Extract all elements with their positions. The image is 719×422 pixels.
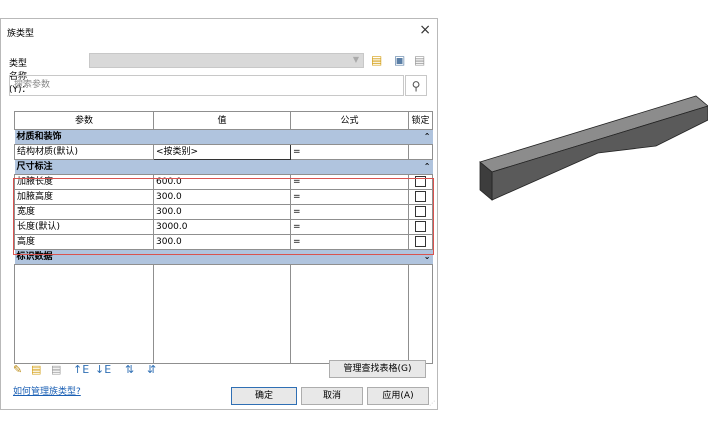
apply-button[interactable]: 应用(A) [367, 387, 429, 405]
search-input[interactable]: 搜索参数 [9, 75, 404, 96]
param-name: 加腋长度 [14, 174, 154, 190]
table-row: 结构材质(默认) <按类别> = [14, 144, 433, 160]
rename-type-icon[interactable]: ▣ [394, 53, 405, 67]
column-header-value[interactable]: 值 [153, 111, 291, 130]
lock-cell [408, 219, 433, 235]
lock-cell [408, 204, 433, 220]
manage-lookup-tables-button[interactable]: 管理查找表格(G) [329, 360, 426, 378]
search-icon[interactable]: ⚲ [405, 75, 427, 96]
pencil-icon[interactable]: ✎ [13, 364, 22, 376]
lock-checkbox[interactable] [415, 176, 426, 187]
lock-cell [408, 174, 433, 190]
help-link[interactable]: 如何管理族类型? [13, 384, 81, 397]
column-header-formula[interactable]: 公式 [290, 111, 409, 130]
param-name: 高度 [14, 234, 154, 250]
new-type-icon[interactable]: ▤ [371, 53, 382, 67]
column-header-lock[interactable]: 锁定 [408, 111, 433, 130]
param-formula[interactable]: = [290, 189, 409, 205]
sort-ascending-icon[interactable]: ⇅ [125, 364, 134, 376]
search-placeholder: 搜索参数 [14, 80, 51, 90]
param-value[interactable]: 3000.0 [153, 219, 291, 235]
column-header-param[interactable]: 参数 [14, 111, 154, 130]
group-header-materials[interactable]: 材质和装饰 ⌃ [14, 129, 433, 145]
move-down-icon[interactable]: ↓E [95, 364, 111, 376]
param-value[interactable]: 300.0 [153, 234, 291, 250]
group-label: 标识数据 [16, 252, 53, 262]
move-up-icon[interactable]: ↑E [73, 364, 89, 376]
ok-button[interactable]: 确定 [231, 387, 297, 405]
group-label: 尺寸标注 [16, 162, 53, 172]
table-row: 长度(默认) 3000.0 = [14, 219, 433, 235]
table-header: 参数 值 公式 锁定 [14, 111, 433, 130]
resize-grip-icon[interactable]: ⋰ [429, 400, 435, 407]
param-formula[interactable]: = [290, 144, 409, 160]
beam-3d-view [479, 95, 708, 201]
delete-type-icon[interactable]: ▤ [414, 53, 425, 67]
param-formula[interactable]: = [290, 204, 409, 220]
type-name-combo[interactable]: ▼ [89, 53, 364, 68]
param-value[interactable]: <按类别> [153, 144, 291, 160]
new-parameter-icon[interactable]: ▤ [31, 364, 41, 376]
group-label: 材质和装饰 [16, 132, 62, 142]
param-name: 结构材质(默认) [14, 144, 154, 160]
delete-parameter-icon[interactable]: ▤ [51, 364, 61, 376]
table-row: 宽度 300.0 = [14, 204, 433, 220]
sort-descending-icon[interactable]: ⇵ [147, 364, 156, 376]
dialog-title: 族类型 [7, 29, 35, 39]
param-value[interactable]: 300.0 [153, 189, 291, 205]
group-header-dimensions[interactable]: 尺寸标注 ⌃ [14, 159, 433, 175]
param-value[interactable]: 300.0 [153, 204, 291, 220]
lock-checkbox[interactable] [415, 221, 426, 232]
group-header-identity[interactable]: 标识数据 ⌄ [14, 249, 433, 265]
param-formula[interactable]: = [290, 219, 409, 235]
lock-checkbox[interactable] [415, 191, 426, 202]
title-bar: 族类型 × [1, 19, 437, 43]
param-name: 长度(默认) [14, 219, 154, 235]
collapse-icon[interactable]: ⌃ [424, 161, 431, 173]
close-button[interactable]: × [419, 22, 431, 38]
chevron-down-icon: ▼ [352, 55, 359, 64]
cancel-button[interactable]: 取消 [301, 387, 363, 405]
lock-checkbox[interactable] [415, 236, 426, 247]
param-value[interactable]: 600.0 [153, 174, 291, 190]
param-formula[interactable]: = [290, 174, 409, 190]
lock-cell [408, 234, 433, 250]
empty-row [14, 264, 433, 364]
parameter-table: 参数 值 公式 锁定 材质和装饰 ⌃ 结构材质(默认) <按类别> = 尺寸标注 ⌃… [14, 111, 433, 364]
lock-checkbox[interactable] [415, 206, 426, 217]
table-row: 加腋长度 600.0 = [14, 174, 433, 190]
table-row: 高度 300.0 = [14, 234, 433, 250]
expand-icon[interactable]: ⌄ [424, 251, 431, 263]
param-formula[interactable]: = [290, 234, 409, 250]
lock-cell [408, 189, 433, 205]
param-name: 宽度 [14, 204, 154, 220]
lock-cell [408, 144, 433, 160]
collapse-icon[interactable]: ⌃ [424, 131, 431, 143]
param-name: 加腋高度 [14, 189, 154, 205]
table-row: 加腋高度 300.0 = [14, 189, 433, 205]
family-types-dialog: 族类型 × 类型名称(Y)： ▼ ▤ ▣ ▤ 搜索参数 ⚲ 参数 值 公式 锁定 [0, 18, 438, 410]
